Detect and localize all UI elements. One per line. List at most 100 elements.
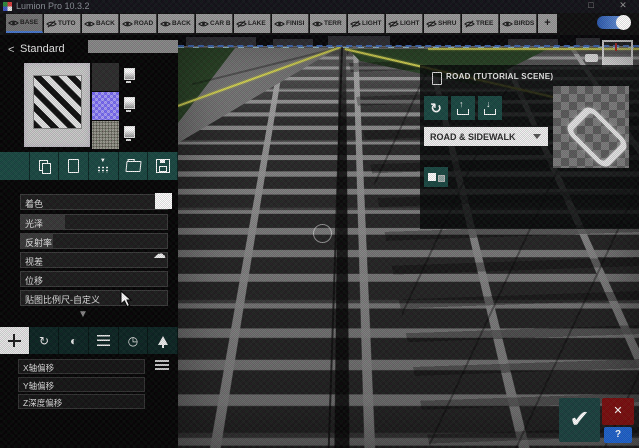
- layer-tab-terrain[interactable]: TERR: [310, 14, 347, 33]
- layer-tab-label: LIGHT: [400, 20, 420, 27]
- library-grid-icon: [96, 158, 110, 173]
- slider-label: 着色: [25, 199, 44, 209]
- layer-tab-road[interactable]: ROAD: [120, 14, 157, 33]
- paste-material-button[interactable]: [59, 152, 90, 180]
- import-tray-icon: ↑: [457, 99, 469, 115]
- options-menu-icon[interactable]: [155, 360, 169, 362]
- slider-label: 位移: [25, 276, 44, 286]
- slider-z-offset[interactable]: Z深度偏移: [18, 394, 145, 409]
- tab-settings[interactable]: [89, 327, 119, 354]
- layer-tab-back1[interactable]: BACK: [82, 14, 119, 33]
- slider-label: 光泽: [25, 219, 44, 229]
- slider-map-scale[interactable]: 贴图比例尺-自定义: [20, 290, 168, 306]
- layer-tab-car[interactable]: CAR B: [196, 14, 233, 33]
- texture-slot-displacement[interactable]: [92, 121, 119, 149]
- layer-tab-back2[interactable]: BACK: [158, 14, 195, 33]
- close-button[interactable]: ✕: [616, 0, 630, 11]
- eye-icon[interactable]: [502, 20, 513, 28]
- layer-tab-birds[interactable]: BIRDS: [500, 14, 537, 33]
- dropdown-value: ROAD & SIDEWALK: [430, 131, 516, 142]
- folder-icon: [124, 160, 142, 172]
- texture-slot-normal[interactable]: [92, 92, 119, 120]
- layer-tab-light1[interactable]: LIGHT: [348, 14, 385, 33]
- confirm-button[interactable]: ✔: [559, 398, 600, 442]
- move-icon: [7, 334, 21, 347]
- layer-tab-lake[interactable]: LAKE: [234, 14, 271, 33]
- layer-tab-label: BASE: [20, 19, 39, 26]
- slider-displacement[interactable]: 位移: [20, 271, 168, 287]
- layer-tab-tuto[interactable]: TUTO: [44, 14, 81, 33]
- road-shape-preview[interactable]: [553, 86, 629, 168]
- cancel-button[interactable]: ✕: [602, 398, 634, 425]
- layer-tab-label: ROAD: [134, 20, 154, 27]
- open-material-button[interactable]: [119, 152, 149, 180]
- slider-colorize[interactable]: 着色: [20, 194, 168, 210]
- texture-slot-diffuse[interactable]: [92, 63, 119, 91]
- color-swatch[interactable]: [155, 193, 172, 209]
- tab-position[interactable]: [0, 327, 30, 354]
- sliders-icon: [96, 335, 110, 346]
- export-button[interactable]: ↓: [478, 96, 502, 120]
- clock-icon: ◷: [127, 333, 139, 348]
- eye-icon[interactable]: [274, 20, 285, 28]
- eye-off-icon[interactable]: [464, 19, 475, 28]
- road-type-dropdown[interactable]: ROAD & SIDEWALK: [424, 127, 548, 146]
- tab-foliage[interactable]: [148, 327, 179, 354]
- slider-label: Z深度偏移: [23, 398, 63, 408]
- texture-picker-icon[interactable]: [124, 68, 135, 83]
- layer-tab-finish[interactable]: FINISI: [272, 14, 309, 33]
- eye-off-icon[interactable]: [350, 19, 361, 28]
- slider-reflectivity[interactable]: 反射率: [20, 233, 168, 249]
- eye-icon[interactable]: [84, 20, 95, 28]
- eye-icon[interactable]: [312, 20, 323, 28]
- slider-x-offset[interactable]: X轴偏移: [18, 359, 145, 374]
- eye-icon[interactable]: [160, 20, 171, 28]
- maximize-button[interactable]: □: [584, 0, 598, 10]
- eye-icon[interactable]: [198, 20, 209, 28]
- slider-y-offset[interactable]: Y轴偏移: [18, 377, 145, 392]
- eye-off-icon[interactable]: [388, 19, 399, 28]
- paste-icon: [68, 159, 80, 173]
- toolbar-spacer: [0, 152, 30, 180]
- material-toolbar: [0, 152, 179, 180]
- layer-tab-trees[interactable]: TREE: [462, 14, 499, 33]
- slider-gloss[interactable]: 光泽: [20, 214, 168, 230]
- distant-vehicle: [585, 54, 598, 62]
- help-button[interactable]: ?: [604, 427, 632, 443]
- tab-weathering[interactable]: ◐: [59, 327, 90, 354]
- eye-icon[interactable]: [8, 19, 19, 27]
- material-subtabs: ↻ ◐ ◷: [0, 327, 179, 354]
- eye-off-icon[interactable]: [426, 19, 437, 28]
- eye-off-icon[interactable]: [46, 19, 57, 28]
- edit-materials-button[interactable]: [424, 167, 448, 187]
- copy-icon: [38, 160, 51, 174]
- layer-tab-label: LAKE: [248, 20, 266, 27]
- texture-picker-icon[interactable]: [124, 97, 135, 112]
- import-button[interactable]: ↑: [451, 96, 475, 120]
- orientation-widget[interactable]: [602, 40, 633, 67]
- add-layer-button[interactable]: +: [538, 14, 557, 33]
- panel-header-gray-area: [88, 40, 178, 53]
- layer-visibility-toggle[interactable]: [597, 15, 631, 30]
- refresh-button[interactable]: ↻: [424, 96, 448, 120]
- material-thumbnail[interactable]: [24, 63, 90, 147]
- eye-off-icon[interactable]: [236, 19, 247, 28]
- save-to-library-button[interactable]: [89, 152, 119, 180]
- material-title: Standard: [20, 43, 65, 55]
- layer-tab-shrubs[interactable]: SHRU: [424, 14, 461, 33]
- save-material-button[interactable]: [148, 152, 179, 180]
- layer-tab-light2[interactable]: LIGHT: [386, 14, 423, 33]
- tab-rotate[interactable]: ↻: [30, 327, 60, 354]
- expand-more-arrow[interactable]: ▼: [78, 309, 88, 320]
- tab-animation[interactable]: ◷: [119, 327, 149, 354]
- eye-icon[interactable]: [122, 20, 133, 28]
- back-chevron-icon[interactable]: <: [8, 44, 14, 56]
- slider-parallax[interactable]: 视差: [20, 252, 168, 268]
- copy-material-button[interactable]: [30, 152, 60, 180]
- layer-tab-base[interactable]: BASE: [6, 14, 43, 33]
- texture-picker-icon[interactable]: [124, 126, 135, 141]
- relief-cloud-icon[interactable]: ☁: [153, 246, 166, 262]
- cursor-reticle: [313, 224, 332, 243]
- layer-tab-label: BACK: [96, 20, 115, 27]
- layer-tab-label: TUTO: [58, 20, 76, 27]
